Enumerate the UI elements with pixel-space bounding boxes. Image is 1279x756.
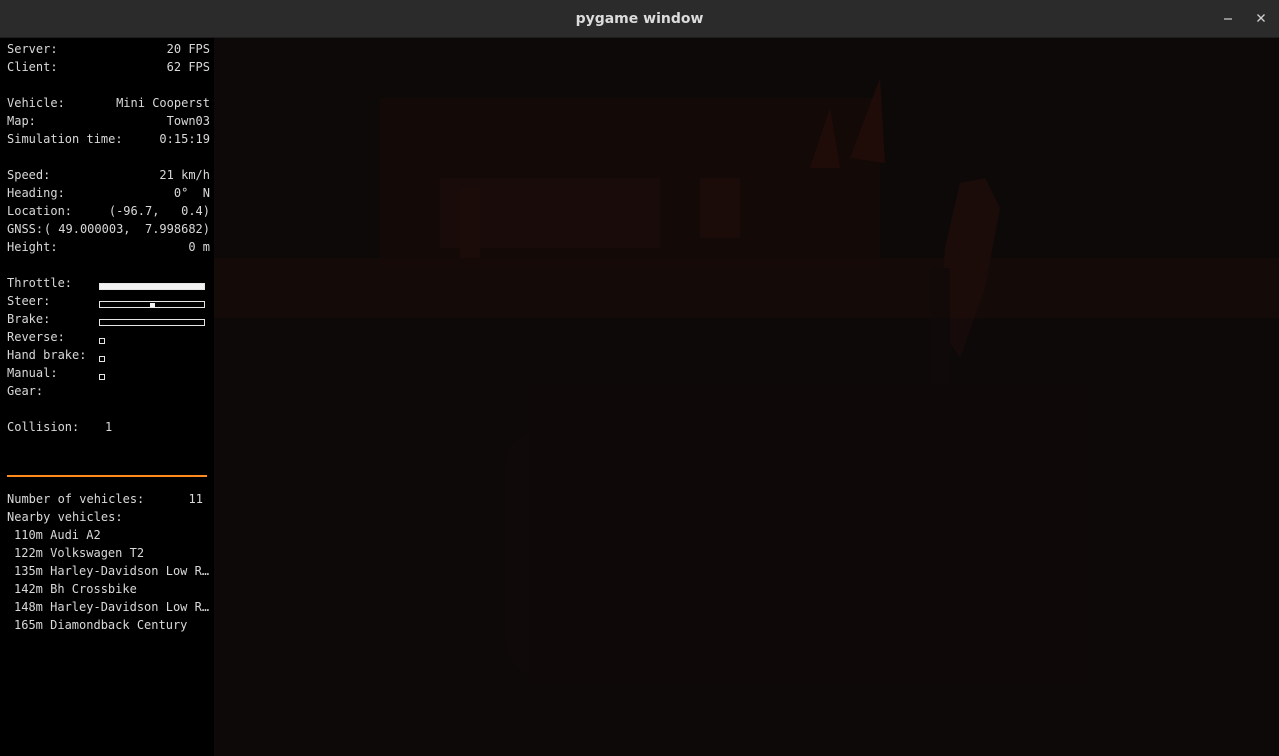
collision-row: Collision: [7,418,210,436]
location-value: (-96.7, 0.4) [108,204,210,218]
hand-brake-label: Hand brake: [7,348,87,362]
simulation-time-value: 0:15:19 [159,132,210,146]
heading-row: Heading: 0° N [7,184,210,202]
hud-panel: Server: 20 FPS Client: 62 FPS Vehicle: M… [0,38,214,756]
speed-value: 21 km/h [159,168,210,182]
map-label: Map: [7,114,36,128]
nearby-vehicle-item: 135m Harley-Davidson Low R… [14,564,210,578]
brake-label: Brake: [7,312,51,326]
vehicle-label: Vehicle: [7,96,65,110]
nearby-vehicle-item: 122m Volkswagen T2 [14,546,145,560]
nearby-vehicle-item: 110m Audi A2 [14,528,101,542]
simulation-time-label: Simulation time: [7,132,123,146]
nearby-vehicle-item: 142m Bh Crossbike [14,582,137,596]
heading-value: 0° N [173,186,210,200]
throttle-bar-fill [100,284,204,289]
throttle-bar [99,283,205,290]
steer-bar [99,301,205,308]
reverse-row: Reverse: [7,328,210,346]
speed-label: Speed: [7,168,51,182]
nearby-vehicle-item: 148m Harley-Davidson Low R… [14,600,210,614]
height-row: Height: 0 m [7,238,210,256]
gear-row: Gear: 1 [7,382,210,434]
server-value: 20 FPS [166,42,210,56]
height-value: 0 m [188,240,210,254]
collision-label: Collision: [7,420,80,434]
number-of-vehicles-label: Number of vehicles: [7,492,145,506]
reverse-checkbox [99,338,105,344]
gnss-row: GNSS: ( 49.000003, 7.998682) [7,220,210,238]
location-row: Location: (-96.7, 0.4) [7,202,210,220]
brake-bar [99,319,205,326]
collision-history-line [7,475,207,477]
client-value: 62 FPS [166,60,210,74]
speed-row: Speed: 21 km/h [7,166,210,184]
steer-indicator [150,303,155,307]
location-label: Location: [7,204,73,218]
gnss-value: ( 49.000003, 7.998682) [43,222,210,236]
reverse-label: Reverse: [7,330,65,344]
steer-label: Steer: [7,294,51,308]
server-fps-row: Server: 20 FPS [7,40,210,58]
manual-row: Manual: [7,364,210,382]
close-icon[interactable] [1254,11,1268,25]
nearby-vehicles-row: Nearby vehicles: [7,508,210,526]
minimize-icon[interactable] [1221,11,1235,25]
client-label: Client: [7,60,58,74]
server-label: Server: [7,42,58,56]
nearby-vehicle-item: 165m Diamondback Century [14,618,188,632]
window-titlebar[interactable]: pygame window [0,0,1279,38]
hand-brake-row: Hand brake: [7,346,210,364]
vehicle-row: Vehicle: Mini Cooperst [7,94,210,112]
heading-label: Heading: [7,186,65,200]
height-label: Height: [7,240,58,254]
simulation-time-row: Simulation time: 0:15:19 [7,130,210,148]
throttle-label: Throttle: [7,276,73,290]
map-row: Map: Town03 [7,112,210,130]
nearby-vehicles-label: Nearby vehicles: [7,510,123,524]
gear-label: Gear: [7,384,44,398]
number-of-vehicles-row: Number of vehicles: 11 [7,490,203,508]
gnss-label: GNSS: [7,222,44,236]
map-value: Town03 [166,114,210,128]
hand-brake-checkbox [99,356,105,362]
client-fps-row: Client: 62 FPS [7,58,210,76]
manual-checkbox [99,374,105,380]
manual-label: Manual: [7,366,58,380]
number-of-vehicles-value: 11 [188,492,203,506]
vehicle-value: Mini Cooperst [116,96,210,110]
window-title: pygame window [575,11,704,27]
